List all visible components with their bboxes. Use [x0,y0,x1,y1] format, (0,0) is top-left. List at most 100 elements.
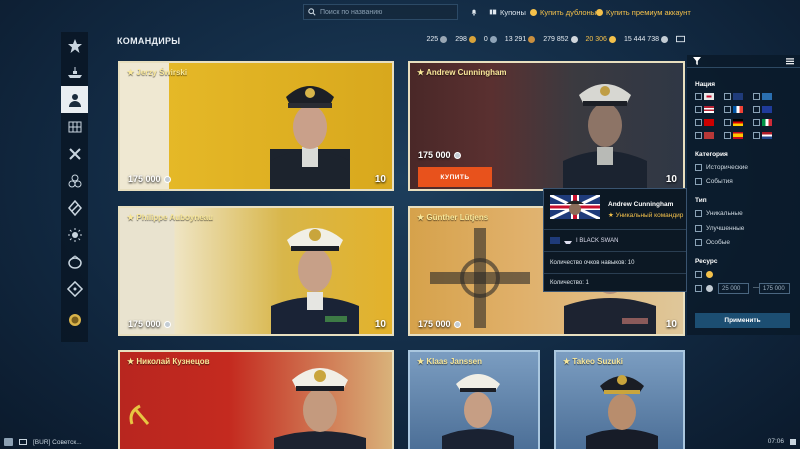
buy-button[interactable]: КУПИТЬ [418,167,492,187]
wallet-button[interactable] [676,35,685,43]
nation-filter-panasia[interactable] [753,93,772,100]
ussr-flag-icon [704,119,714,126]
checkbox[interactable] [753,132,760,139]
buy-doubloons-button[interactable]: Купить дублоны [530,5,596,19]
checkbox[interactable] [695,132,702,139]
commander-card-cunningham[interactable]: ★ Andrew Cunningham 175 000 КУПИТЬ 10 [408,61,685,191]
commander-card-swirski[interactable]: ★ Jerzy Świrski 175 000 10 [118,61,394,191]
resource-doubloons[interactable] [695,271,713,278]
nav-flags-icon[interactable] [61,167,88,194]
nation-filter-germany[interactable] [724,119,743,126]
nation-filter-italy[interactable] [753,119,772,126]
nav-tools-icon[interactable] [61,140,88,167]
nation-filter-spain[interactable] [724,132,743,139]
checkbox[interactable] [695,285,702,292]
nav-ship-icon[interactable] [61,59,88,86]
nav-dockyard-icon[interactable] [61,113,88,140]
category-historical[interactable]: Исторические [695,164,748,171]
coupons-button[interactable]: Купоны [489,5,526,19]
category-events[interactable]: События [695,178,733,185]
notifications-button[interactable] [470,5,478,19]
checkbox[interactable] [753,119,760,126]
range-max-input[interactable]: 175 000 [759,283,790,294]
checkbox[interactable] [695,225,702,232]
buy-premium-button[interactable]: Купить премиум аккаунт [596,5,691,19]
option-label: Исторические [706,164,749,171]
commander-price: 175 000 [418,319,461,329]
nav-signals-icon[interactable] [61,194,88,221]
filter-icon[interactable] [693,57,701,65]
commander-card-suzuki[interactable]: ★ Takeo Suzuki [554,350,685,449]
nation-filter-japan[interactable] [695,93,714,100]
menu-icon[interactable] [786,57,794,65]
tooltip-quantity: Количество: 1 [550,280,589,286]
commonwealth-flag-icon [704,132,714,139]
nation-filter-uk[interactable] [724,93,743,100]
commander-name: ★ Philippe Auboyneau [127,213,213,222]
category-heading: Категория [695,151,728,158]
nation-filter-usa[interactable] [695,106,714,113]
checkbox[interactable] [695,106,702,113]
nav-sun-icon[interactable] [61,221,88,248]
option-label: Улучшенные [706,225,745,232]
nation-filter-europe[interactable] [753,106,772,113]
checkbox[interactable] [724,106,731,113]
panasia-flag-icon [762,93,772,100]
doubloon-icon [530,8,537,16]
price-value: 175 000 [418,319,451,329]
checkbox[interactable] [695,178,702,185]
checkbox[interactable] [695,93,702,100]
checkbox[interactable] [695,164,702,171]
divider [544,251,686,252]
apply-button[interactable]: Применить [695,313,790,328]
usa-flag-icon [704,106,714,113]
nav-star-icon[interactable] [61,32,88,59]
chat-icon[interactable] [4,438,13,446]
premium-icon [596,8,603,16]
checkbox[interactable] [724,132,731,139]
checkbox[interactable] [753,93,760,100]
search-input[interactable] [320,8,450,16]
nation-filter-ussr[interactable] [695,119,714,126]
nation-filter-netherlands[interactable] [753,132,772,139]
credits-icon [706,285,713,292]
nav-container-icon[interactable] [61,248,88,275]
commander-portrait [442,374,514,449]
currency-coal: 298 [455,35,476,43]
search-box[interactable] [303,4,458,20]
nation-filter-france[interactable] [724,106,743,113]
commander-card-janssen[interactable]: ★ Klaas Janssen [408,350,540,449]
nation-filter-commonwealth[interactable] [695,132,714,139]
elite-xp-value: 225 [426,35,439,43]
nav-arsenal-icon[interactable] [61,275,88,302]
checkbox[interactable] [695,271,702,278]
type-special[interactable]: Особые [695,239,730,246]
credits-icon [661,35,668,43]
spain-flag-icon [733,132,743,139]
option-label: События [706,178,733,185]
nav-emblem-icon[interactable] [61,306,88,333]
commander-price: 175 000 [128,174,171,184]
checkbox[interactable] [695,210,702,217]
tooltip-skill-points: Количество очков навыков: 10 [550,260,635,266]
coupon-icon [489,9,497,15]
price-value: 175 000 [128,319,161,329]
checkbox[interactable] [753,106,760,113]
commander-price: 175 000 [418,150,461,160]
checkbox[interactable] [724,93,731,100]
commander-card-kuznetsov[interactable]: ★ Николай Кузнецов [118,350,394,449]
checkbox[interactable] [695,239,702,246]
type-improved[interactable]: Улучшенные [695,225,744,232]
range-min-input[interactable]: 25 000 [718,283,749,294]
commander-tooltip: Andrew Cunningham ★ Уникальный командир … [543,188,687,292]
nav-commander-icon[interactable] [61,86,88,113]
type-unique[interactable]: Уникальные [695,210,743,217]
commander-card-auboyneau[interactable]: ★ Philippe Auboyneau 175 000 10 [118,206,394,336]
notification-icon[interactable] [789,438,797,446]
credits-value: 15 444 738 [623,35,659,43]
resource-credits[interactable] [695,285,713,292]
checkbox[interactable] [695,119,702,126]
chat-bar[interactable]: [BUR] Советск... [0,435,82,449]
currency-free-xp: 13 291 [505,35,536,43]
checkbox[interactable] [724,119,731,126]
